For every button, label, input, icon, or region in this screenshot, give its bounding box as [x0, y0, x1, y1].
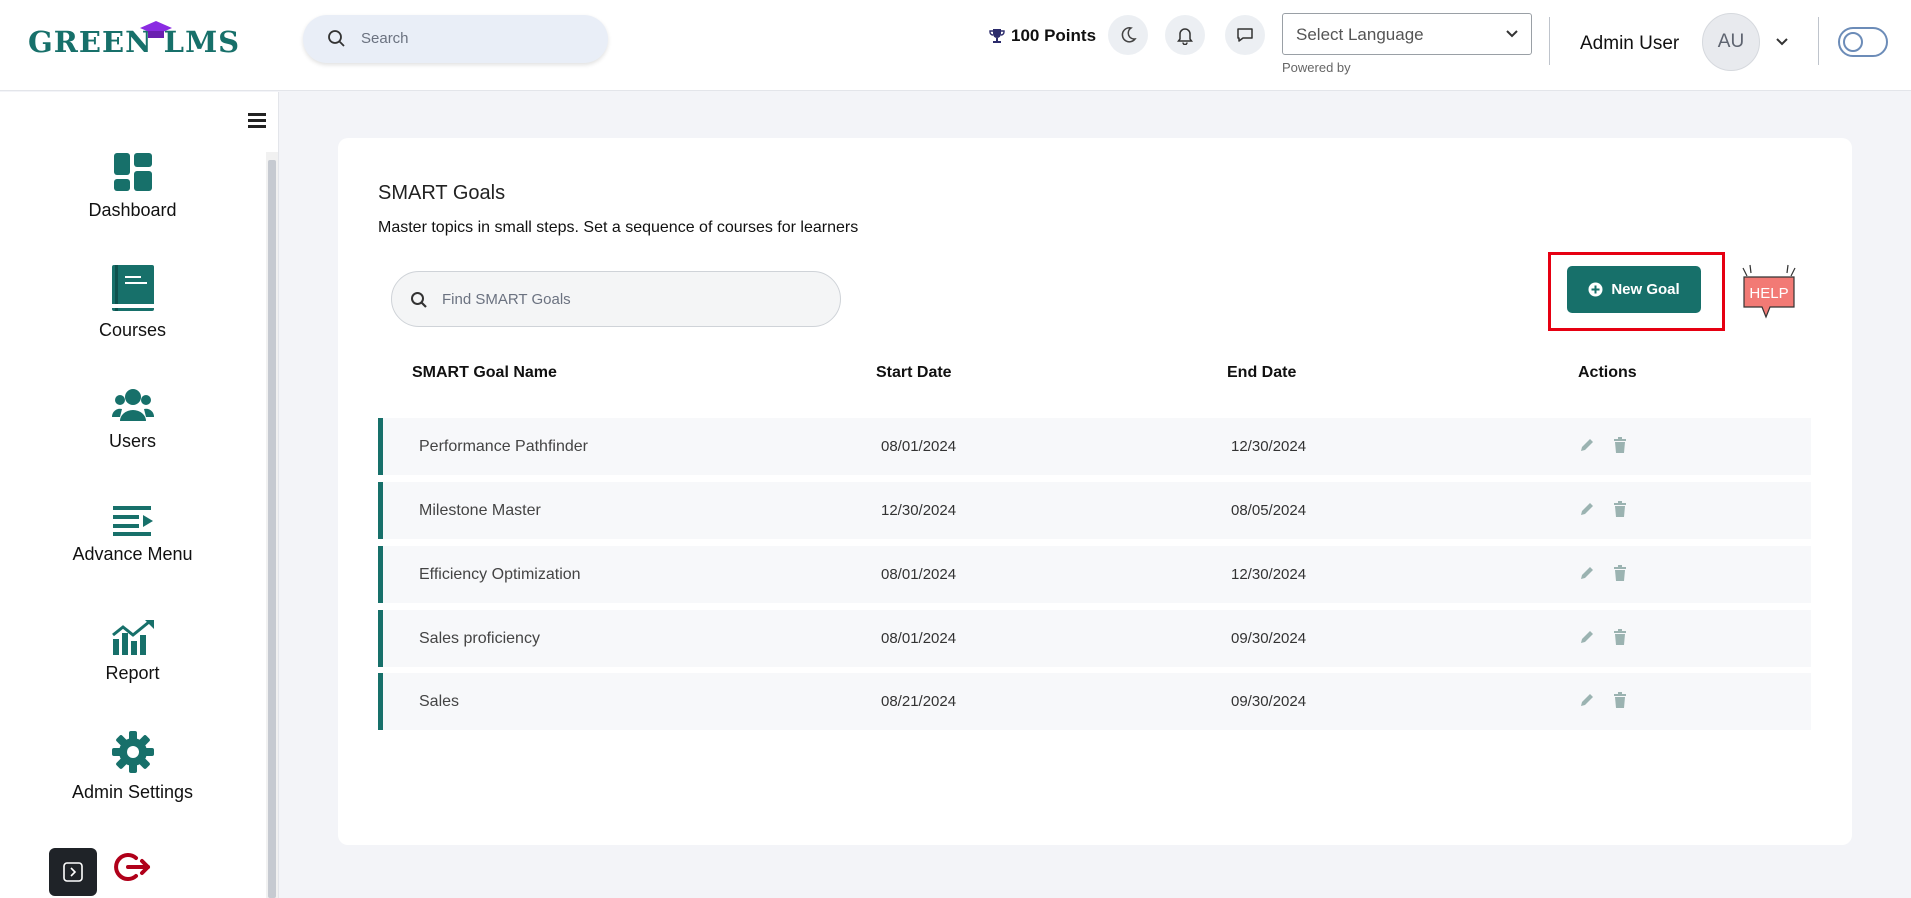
search-icon [328, 30, 345, 47]
goal-start-date: 08/21/2024 [881, 693, 957, 710]
messages-button[interactable] [1225, 15, 1265, 55]
goal-end-date: 09/30/2024 [1231, 630, 1307, 647]
goal-start-date: 08/01/2024 [881, 438, 957, 455]
top-header: GREEN LMS Search 100 Points Select Langu… [0, 0, 1911, 91]
trophy-icon [989, 29, 1005, 43]
sidebar-item-report[interactable]: Report [0, 619, 265, 684]
expand-panel-button[interactable] [49, 848, 97, 896]
delete-icon[interactable] [1613, 565, 1627, 581]
table-row[interactable]: Milestone Master 12/30/2024 08/05/2024 [378, 482, 1811, 539]
find-smart-goals-placeholder: Find SMART Goals [442, 291, 571, 308]
delete-icon[interactable] [1613, 629, 1627, 645]
moon-icon [1121, 27, 1137, 43]
sidebar-item-label: Users [108, 431, 156, 451]
edit-icon[interactable] [1579, 501, 1595, 517]
logo-text: GREEN LMS [28, 25, 241, 59]
table-row[interactable]: Sales proficiency 08/01/2024 09/30/2024 [378, 610, 1811, 667]
table-row[interactable]: Performance Pathfinder 08/01/2024 12/30/… [378, 418, 1811, 475]
column-header-actions: Actions [1578, 364, 1637, 381]
logo[interactable]: GREEN LMS [28, 21, 241, 62]
header-divider-2 [1818, 17, 1819, 65]
chat-icon [1237, 28, 1253, 42]
goal-end-date: 09/30/2024 [1231, 693, 1307, 710]
goal-name[interactable]: Efficiency Optimization [419, 566, 581, 584]
points-text: 100 Points [1011, 26, 1097, 45]
powered-by-text: Powered by [1282, 60, 1351, 75]
edit-icon[interactable] [1579, 692, 1595, 708]
smart-goals-card: SMART Goals Master topics in small steps… [338, 138, 1852, 845]
column-header-start-date[interactable]: Start Date [876, 364, 952, 382]
find-smart-goals-input[interactable]: Find SMART Goals [391, 271, 841, 327]
sidebar: Dashboard Courses Users Advance Menu Rep… [0, 92, 279, 898]
delete-icon[interactable] [1613, 437, 1627, 453]
user-menu-chevron-icon[interactable] [1774, 33, 1790, 49]
sidebar-item-label: Report [105, 663, 160, 683]
gear-icon [111, 731, 154, 773]
goal-end-date: 12/30/2024 [1231, 566, 1307, 583]
column-header-end-date[interactable]: End Date [1227, 364, 1296, 382]
sidebar-item-admin-settings[interactable]: Admin Settings [0, 730, 265, 803]
search-input[interactable]: Search [303, 15, 608, 63]
expand-icon [63, 862, 83, 882]
language-select[interactable]: Select Language [1282, 13, 1532, 55]
table-row[interactable]: Efficiency Optimization 08/01/2024 12/30… [378, 546, 1811, 603]
goal-name[interactable]: Sales [419, 693, 459, 711]
new-goal-button[interactable]: New Goal [1567, 266, 1701, 313]
edit-icon[interactable] [1579, 437, 1595, 453]
column-header-name[interactable]: SMART Goal Name [412, 364, 557, 382]
goal-name[interactable]: Sales proficiency [419, 630, 540, 648]
edit-icon[interactable] [1579, 565, 1595, 581]
logout-icon[interactable] [114, 850, 152, 884]
theme-toggle[interactable] [1838, 27, 1888, 57]
chart-icon [111, 620, 154, 655]
plus-circle-icon [1588, 282, 1603, 297]
goal-end-date: 08/05/2024 [1231, 502, 1307, 519]
sidebar-item-label: Courses [98, 320, 167, 340]
help-label: HELP [1749, 285, 1788, 302]
toggle-knob [1843, 32, 1863, 52]
goal-start-date: 08/01/2024 [881, 630, 957, 647]
sidebar-item-courses[interactable]: Courses [0, 264, 265, 341]
avatar[interactable]: AU [1702, 13, 1760, 71]
language-select-value: Select Language [1296, 25, 1424, 44]
menu-arrow-icon [112, 506, 153, 536]
users-icon [111, 389, 154, 421]
header-divider [1549, 17, 1550, 65]
dashboard-icon [113, 153, 152, 191]
dark-mode-button[interactable] [1108, 15, 1148, 55]
sidebar-item-label: Advance Menu [72, 544, 193, 564]
chevron-down-icon [1506, 30, 1518, 38]
table-row[interactable]: Sales 08/21/2024 09/30/2024 [378, 673, 1811, 730]
delete-icon[interactable] [1613, 692, 1627, 708]
sidebar-item-users[interactable]: Users [0, 387, 265, 452]
graduation-cap-icon [140, 21, 172, 38]
sidebar-item-label: Dashboard [88, 200, 177, 220]
new-goal-label: New Goal [1611, 281, 1680, 298]
search-icon [411, 292, 427, 308]
goal-end-date: 12/30/2024 [1231, 438, 1307, 455]
sidebar-item-advance-menu[interactable]: Advance Menu [0, 504, 265, 565]
user-name: Admin User [1580, 33, 1680, 54]
bell-icon [1177, 28, 1193, 45]
goal-name[interactable]: Performance Pathfinder [419, 438, 588, 456]
edit-icon[interactable] [1579, 629, 1595, 645]
delete-icon[interactable] [1613, 501, 1627, 517]
points-display: 100 Points [989, 26, 1096, 46]
goal-start-date: 12/30/2024 [881, 502, 957, 519]
sidebar-item-dashboard[interactable]: Dashboard [0, 152, 265, 221]
sidebar-item-label: Admin Settings [71, 782, 194, 802]
notifications-button[interactable] [1165, 15, 1205, 55]
goal-name[interactable]: Milestone Master [419, 502, 541, 520]
page-title: SMART Goals [378, 182, 506, 204]
help-icon[interactable]: HELP [1738, 262, 1800, 324]
goal-start-date: 08/01/2024 [881, 566, 957, 583]
search-placeholder: Search [361, 30, 409, 47]
book-icon [111, 265, 154, 311]
page-subtitle: Master topics in small steps. Set a sequ… [378, 219, 859, 236]
sidebar-scrollbar-thumb[interactable] [268, 160, 276, 898]
hamburger-menu-icon[interactable] [248, 112, 266, 128]
